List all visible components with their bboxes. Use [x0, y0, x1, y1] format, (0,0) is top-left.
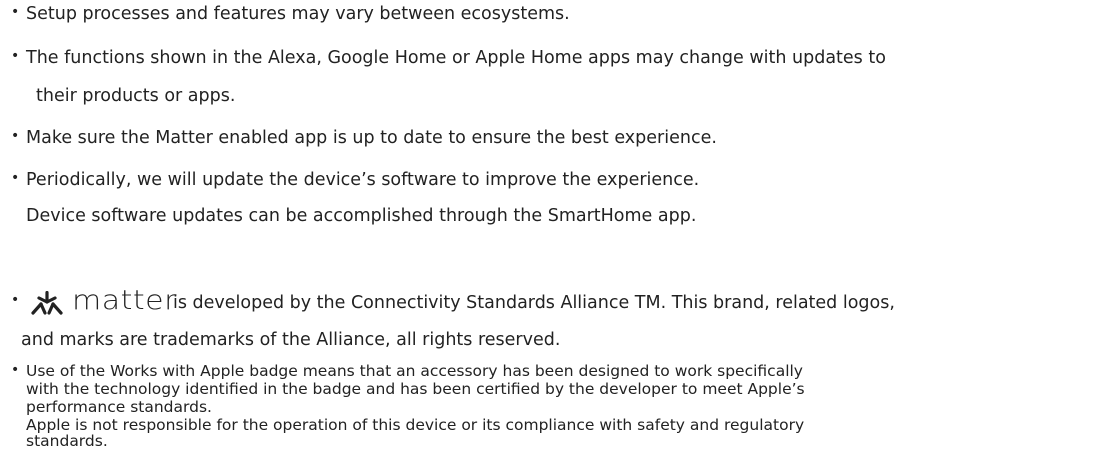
bullet: •: [11, 362, 20, 378]
note-text: is developed by the Connectivity Standar…: [173, 293, 895, 313]
note-text-continued: Apple is not responsible for the operati…: [26, 416, 805, 434]
note-text-continued: standards.: [26, 432, 108, 450]
note-text-continued: performance standards.: [26, 398, 212, 416]
bullet: •: [11, 170, 20, 186]
note-text-continued: Device software updates can be accomplis…: [26, 206, 697, 226]
note-text-continued: and marks are trademarks of the Alliance…: [21, 330, 561, 350]
note-text: Use of the Works with Apple badge means …: [26, 362, 803, 380]
note-text: Make sure the Matter enabled app is up t…: [26, 128, 717, 148]
note-text: The functions shown in the Alexa, Google…: [26, 48, 886, 68]
bullet: •: [11, 48, 20, 64]
note-text-continued: their products or apps.: [36, 86, 236, 106]
bullet: •: [11, 292, 20, 308]
matter-wordmark: matter: [72, 284, 177, 317]
bullet: •: [11, 4, 20, 20]
bullet: •: [11, 128, 20, 144]
matter-logo-icon: [31, 291, 63, 315]
note-text-continued: with the technology identified in the ba…: [26, 380, 805, 398]
note-text: Periodically, we will update the device’…: [26, 170, 700, 190]
note-text: Setup processes and features may vary be…: [26, 4, 570, 24]
